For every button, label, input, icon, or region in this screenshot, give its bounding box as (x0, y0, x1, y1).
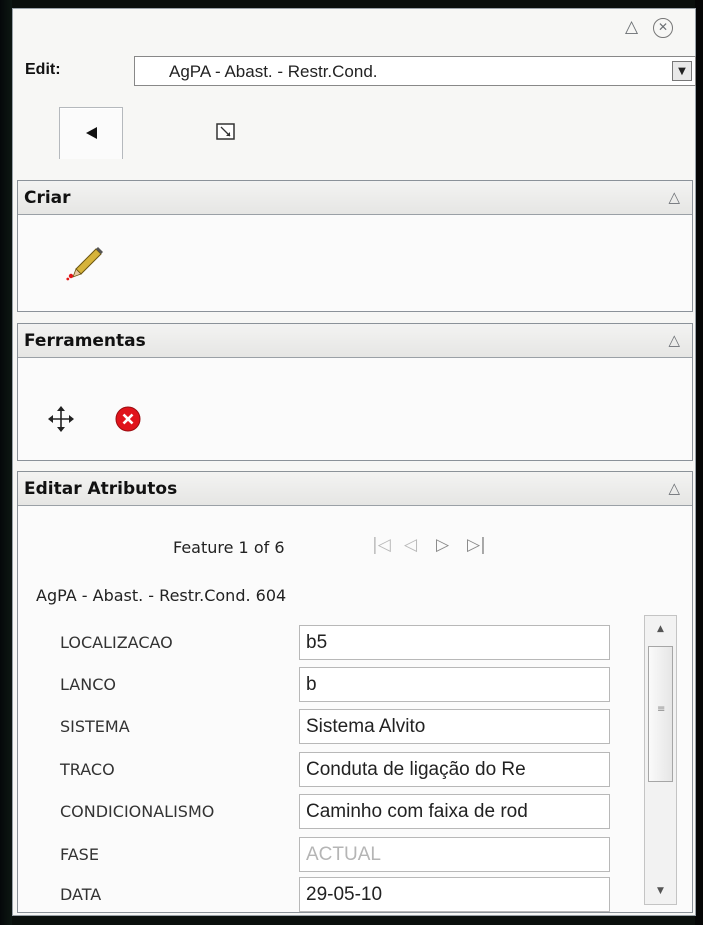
editar-atributos-title: Editar Atributos (24, 479, 178, 499)
criar-collapse-icon[interactable]: △ (668, 188, 680, 206)
attribute-input[interactable]: b (299, 667, 610, 702)
attribute-row: SISTEMA Sistema Alvito (18, 707, 618, 745)
attributes-scrollbar[interactable]: ▲ ≡ ▼ (644, 615, 677, 905)
last-feature-icon[interactable]: ▷| (467, 535, 486, 555)
attribute-input-disabled: ACTUAL (299, 837, 610, 872)
attribute-input[interactable]: Conduta de ligação do Re (299, 752, 610, 787)
ferramentas-collapse-icon[interactable]: △ (668, 331, 680, 349)
next-feature-icon[interactable]: ▷ (436, 535, 449, 555)
attribute-label: SISTEMA (60, 717, 130, 736)
attribute-row: LOCALIZACAO b5 (18, 623, 618, 661)
edit-label: Edit: (25, 61, 61, 78)
select-mode-button[interactable] (59, 107, 123, 159)
scroll-up-icon[interactable]: ▲ (645, 618, 676, 640)
chevron-down-icon[interactable]: ▼ (672, 61, 692, 81)
grip-icon: ≡ (657, 704, 666, 715)
editar-atributos-collapse-icon[interactable]: △ (668, 479, 680, 497)
previous-feature-icon[interactable]: ◁ (404, 535, 417, 555)
attribute-input[interactable]: Sistema Alvito (299, 709, 610, 744)
editar-atributos-section: Editar Atributos △ Feature 1 of 6 |◁ ◁ ▷… (17, 471, 693, 913)
attribute-row: DATA 29-05-10 (18, 875, 618, 913)
attribute-input[interactable]: 29-05-10 (299, 877, 610, 912)
attribute-select-icon (216, 123, 235, 140)
select-arrow-icon (86, 127, 97, 139)
panel-close-icon[interactable]: ✕ (653, 18, 673, 38)
ferramentas-header[interactable]: Ferramentas △ (18, 324, 692, 358)
scroll-down-icon[interactable]: ▼ (645, 880, 676, 902)
attribute-label: FASE (60, 845, 99, 864)
move-icon[interactable] (48, 406, 74, 432)
attribute-label: DATA (60, 885, 102, 904)
attribute-input[interactable]: b5 (299, 625, 610, 660)
feature-layer-label: AgPA - Abast. - Restr.Cond. 604 (36, 586, 287, 605)
attribute-input[interactable]: Caminho com faixa de rod (299, 794, 610, 829)
attribute-label: TRACO (60, 760, 115, 779)
criar-header[interactable]: Criar △ (18, 181, 692, 215)
background-right (695, 0, 703, 925)
criar-title: Criar (24, 188, 71, 208)
background-left (0, 0, 12, 925)
attribute-row: TRACO Conduta de ligação do Re (18, 750, 618, 788)
attribute-row: FASE ACTUAL (18, 835, 618, 873)
attribute-row: CONDICIONALISMO Caminho com faixa de rod (18, 792, 618, 830)
criar-section: Criar △ (17, 180, 693, 312)
panel-collapse-icon[interactable]: △ (625, 17, 638, 37)
attribute-mode-button[interactable] (193, 107, 257, 159)
attribute-row: LANCO b (18, 665, 618, 703)
feature-count: Feature 1 of 6 (173, 538, 285, 557)
scroll-thumb[interactable]: ≡ (648, 646, 673, 782)
first-feature-icon[interactable]: |◁ (372, 535, 391, 555)
ferramentas-section: Ferramentas △ (17, 323, 693, 461)
attribute-label: LANCO (60, 675, 116, 694)
editor-panel: △ ✕ Edit: AgPA - Abast. - Restr.Cond. ▼ … (12, 8, 696, 916)
delete-icon[interactable] (114, 405, 142, 433)
ferramentas-title: Ferramentas (24, 331, 146, 351)
layer-select[interactable]: AgPA - Abast. - Restr.Cond. ▼ (134, 56, 696, 86)
panel-title-bar: △ ✕ (13, 9, 695, 47)
attribute-label: LOCALIZACAO (60, 633, 173, 652)
layer-select-value: AgPA - Abast. - Restr.Cond. (169, 62, 378, 81)
pencil-icon[interactable] (66, 241, 106, 281)
editar-atributos-header[interactable]: Editar Atributos △ (18, 472, 692, 506)
attribute-label: CONDICIONALISMO (60, 802, 215, 821)
